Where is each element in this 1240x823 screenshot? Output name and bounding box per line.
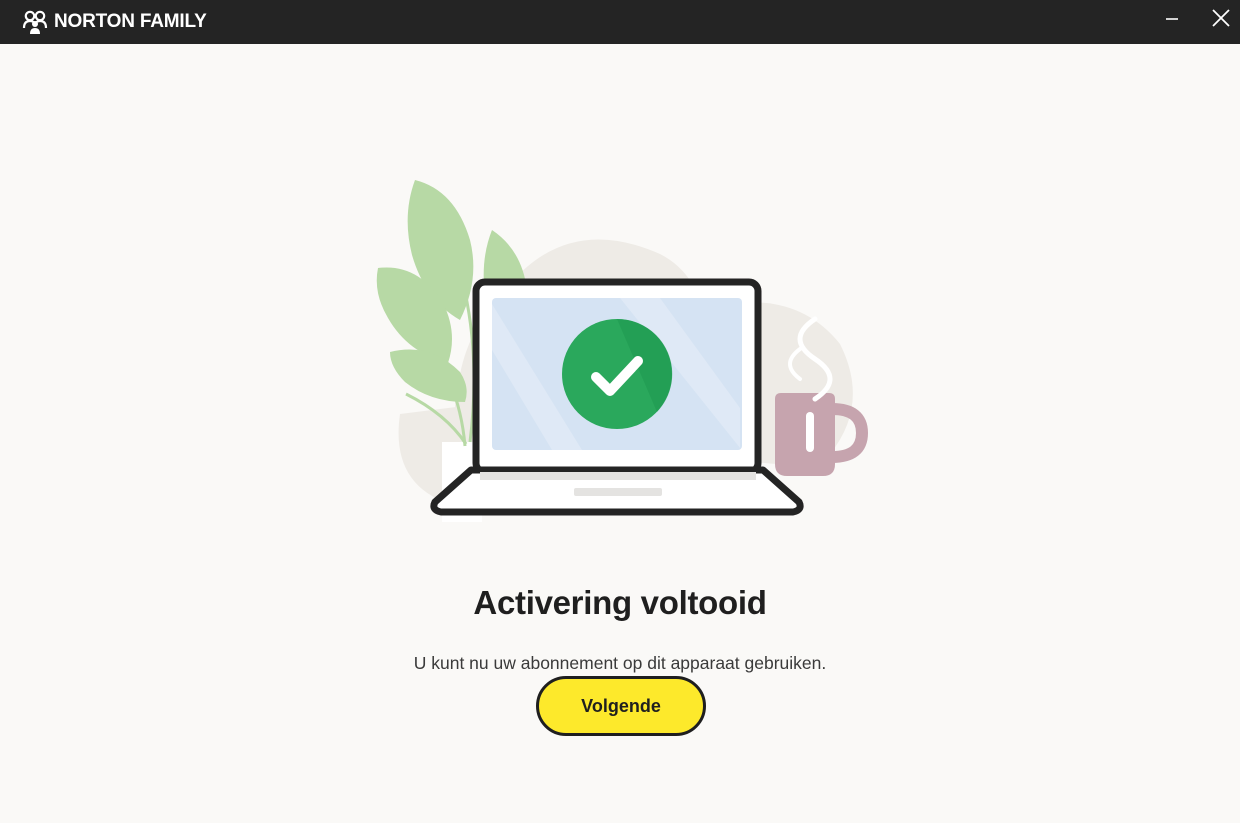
close-icon [1212,9,1230,27]
norton-family-people-icon [22,10,48,34]
close-button[interactable] [1199,0,1240,36]
minimize-icon [1166,18,1178,20]
laptop-checkmark-illustration [376,180,869,522]
app-name: NORTON FAMILY [54,11,207,32]
page-subtitle: U kunt nu uw abonnement op dit apparaat … [413,653,827,673]
next-button[interactable]: Volgende [536,676,706,736]
minimize-button[interactable] [1150,0,1194,36]
brand: NORTON FAMILY [22,9,207,35]
main-content: Activering voltooid U kunt nu uw abonnem… [0,44,1240,823]
page-title: Activering voltooid [473,584,767,621]
title-bar: NORTON FAMILY [0,0,1240,44]
